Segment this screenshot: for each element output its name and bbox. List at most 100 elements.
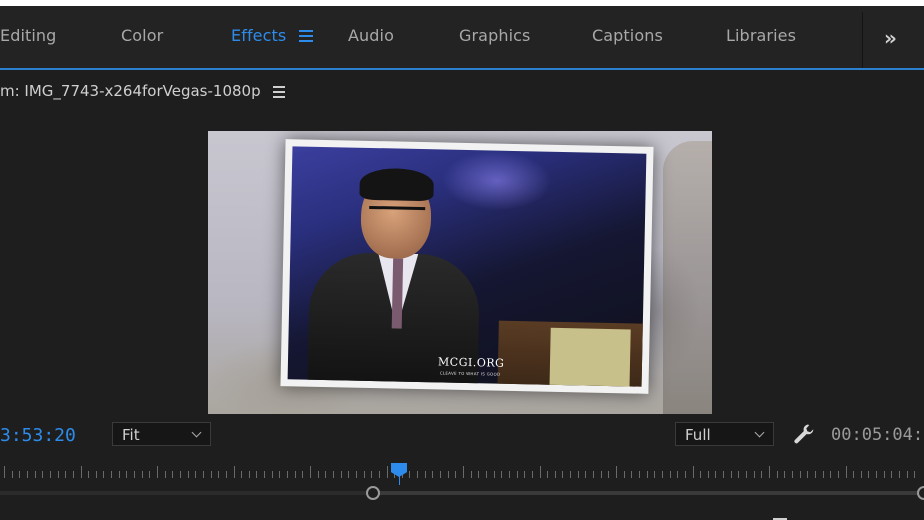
ruler-tick bbox=[11, 471, 13, 478]
ruler-tick bbox=[524, 471, 526, 478]
ruler-tick bbox=[593, 471, 595, 478]
ruler-tick bbox=[677, 471, 679, 478]
ruler-tick bbox=[294, 471, 296, 478]
ruler-tick bbox=[49, 471, 51, 478]
ruler-tick bbox=[271, 471, 273, 478]
ruler-tick bbox=[791, 471, 793, 478]
ruler-tick bbox=[547, 471, 549, 478]
ruler-tick bbox=[424, 471, 426, 478]
ruler-tick bbox=[386, 466, 388, 478]
video-logo-text: MCGI.ORG bbox=[437, 355, 505, 370]
speaker-hair bbox=[359, 167, 435, 202]
ruler-tick bbox=[692, 466, 694, 478]
ruler-tick bbox=[72, 471, 74, 478]
ruler-tick bbox=[899, 471, 901, 478]
ruler-tick bbox=[715, 471, 717, 478]
wrench-icon[interactable] bbox=[792, 422, 816, 446]
speaker-tie bbox=[391, 258, 404, 329]
ruler-tick bbox=[195, 471, 197, 478]
ruler-tick bbox=[883, 471, 885, 478]
program-monitor-title[interactable]: m: IMG_7743-x264forVegas-1080p bbox=[0, 82, 261, 100]
ruler-tick bbox=[531, 471, 533, 478]
zoom-dropdown[interactable]: Fit bbox=[112, 422, 211, 446]
scroll-thumb[interactable] bbox=[373, 491, 924, 495]
ruler-tick bbox=[654, 471, 656, 478]
ruler-tick bbox=[225, 471, 227, 478]
ruler-tick bbox=[914, 471, 916, 478]
ruler-tick bbox=[118, 471, 120, 478]
ruler-tick bbox=[860, 471, 862, 478]
ruler-tick bbox=[493, 471, 495, 478]
ruler-tick bbox=[241, 471, 243, 478]
ruler-tick bbox=[95, 471, 97, 478]
tab-captions[interactable]: Captions bbox=[592, 26, 663, 45]
ruler-tick bbox=[111, 471, 113, 478]
ruler-tick bbox=[891, 471, 893, 478]
ruler-tick bbox=[738, 471, 740, 478]
scroll-handle-left[interactable] bbox=[366, 486, 380, 500]
program-monitor-header: m: IMG_7743-x264forVegas-1080p bbox=[0, 70, 924, 110]
ruler-tick bbox=[65, 471, 67, 478]
tab-libraries[interactable]: Libraries bbox=[726, 26, 796, 45]
ruler-tick bbox=[141, 471, 143, 478]
ruler-tick bbox=[363, 471, 365, 478]
ruler-tick bbox=[784, 471, 786, 478]
ruler-tick bbox=[19, 471, 21, 478]
duration-timecode: 00:05:04: bbox=[831, 425, 924, 445]
ruler-tick bbox=[4, 466, 5, 478]
video-preview[interactable]: MCGI.ORG CLEAVE TO WHAT IS GOOD bbox=[208, 131, 712, 414]
ruler-tick bbox=[585, 471, 587, 478]
ruler-tick bbox=[103, 471, 105, 478]
ruler-tick bbox=[753, 471, 755, 478]
photo-frame: MCGI.ORG CLEAVE TO WHAT IS GOOD bbox=[280, 139, 654, 394]
ruler-tick bbox=[317, 471, 319, 478]
ruler-tick bbox=[264, 471, 266, 478]
ruler-tick bbox=[608, 471, 610, 478]
ruler-tick bbox=[761, 471, 763, 478]
hamburger-menu-icon[interactable] bbox=[299, 30, 313, 42]
ruler-tick bbox=[310, 466, 311, 478]
ruler-tick bbox=[730, 471, 732, 478]
ruler-tick bbox=[348, 471, 350, 478]
ruler-tick bbox=[661, 471, 663, 478]
ruler-tick bbox=[769, 466, 770, 478]
ruler-tick bbox=[302, 471, 304, 478]
tab-editing[interactable]: Editing bbox=[0, 26, 56, 45]
zoom-scrollbar[interactable] bbox=[0, 486, 924, 500]
podium-plate bbox=[549, 327, 631, 387]
ruler-tick bbox=[256, 471, 258, 478]
stage-light bbox=[441, 149, 553, 212]
ruler-tick bbox=[707, 471, 709, 478]
tab-color[interactable]: Color bbox=[121, 26, 163, 45]
tab-graphics[interactable]: Graphics bbox=[459, 26, 530, 45]
playhead-timecode[interactable]: 3:53:20 bbox=[0, 425, 76, 446]
ruler-tick bbox=[172, 471, 174, 478]
ruler-tick bbox=[638, 471, 640, 478]
resolution-dropdown[interactable]: Full bbox=[675, 422, 774, 446]
time-ruler[interactable] bbox=[0, 458, 924, 486]
ruler-tick bbox=[287, 471, 289, 478]
ruler-tick bbox=[501, 471, 503, 478]
double-chevron-right-icon[interactable]: » bbox=[884, 26, 897, 50]
workspace-bar: Editing Color Effects Audio Graphics Cap… bbox=[0, 6, 924, 74]
ruler-tick bbox=[149, 471, 151, 478]
tab-effects[interactable]: Effects bbox=[231, 26, 286, 45]
panel-menu-icon[interactable] bbox=[273, 86, 285, 98]
monitor-controls: 3:53:20 Fit Full 00:05:04: bbox=[0, 414, 924, 456]
ruler-tick bbox=[134, 471, 136, 478]
photo-content: MCGI.ORG CLEAVE TO WHAT IS GOOD bbox=[287, 146, 647, 387]
workspace-divider bbox=[862, 12, 863, 74]
ruler-tick bbox=[470, 471, 472, 478]
ruler-tick bbox=[799, 471, 801, 478]
ruler-tick bbox=[700, 471, 702, 478]
ruler-tick bbox=[570, 471, 572, 478]
ruler-tick bbox=[478, 471, 480, 478]
ruler-tick bbox=[279, 471, 281, 478]
scroll-handle-right[interactable] bbox=[917, 486, 924, 500]
ruler-tick bbox=[746, 471, 748, 478]
ruler-tick bbox=[34, 471, 36, 478]
ruler-tick bbox=[669, 471, 671, 478]
ruler-tick bbox=[371, 471, 373, 478]
ruler-tick bbox=[631, 471, 633, 478]
tab-audio[interactable]: Audio bbox=[348, 26, 394, 45]
